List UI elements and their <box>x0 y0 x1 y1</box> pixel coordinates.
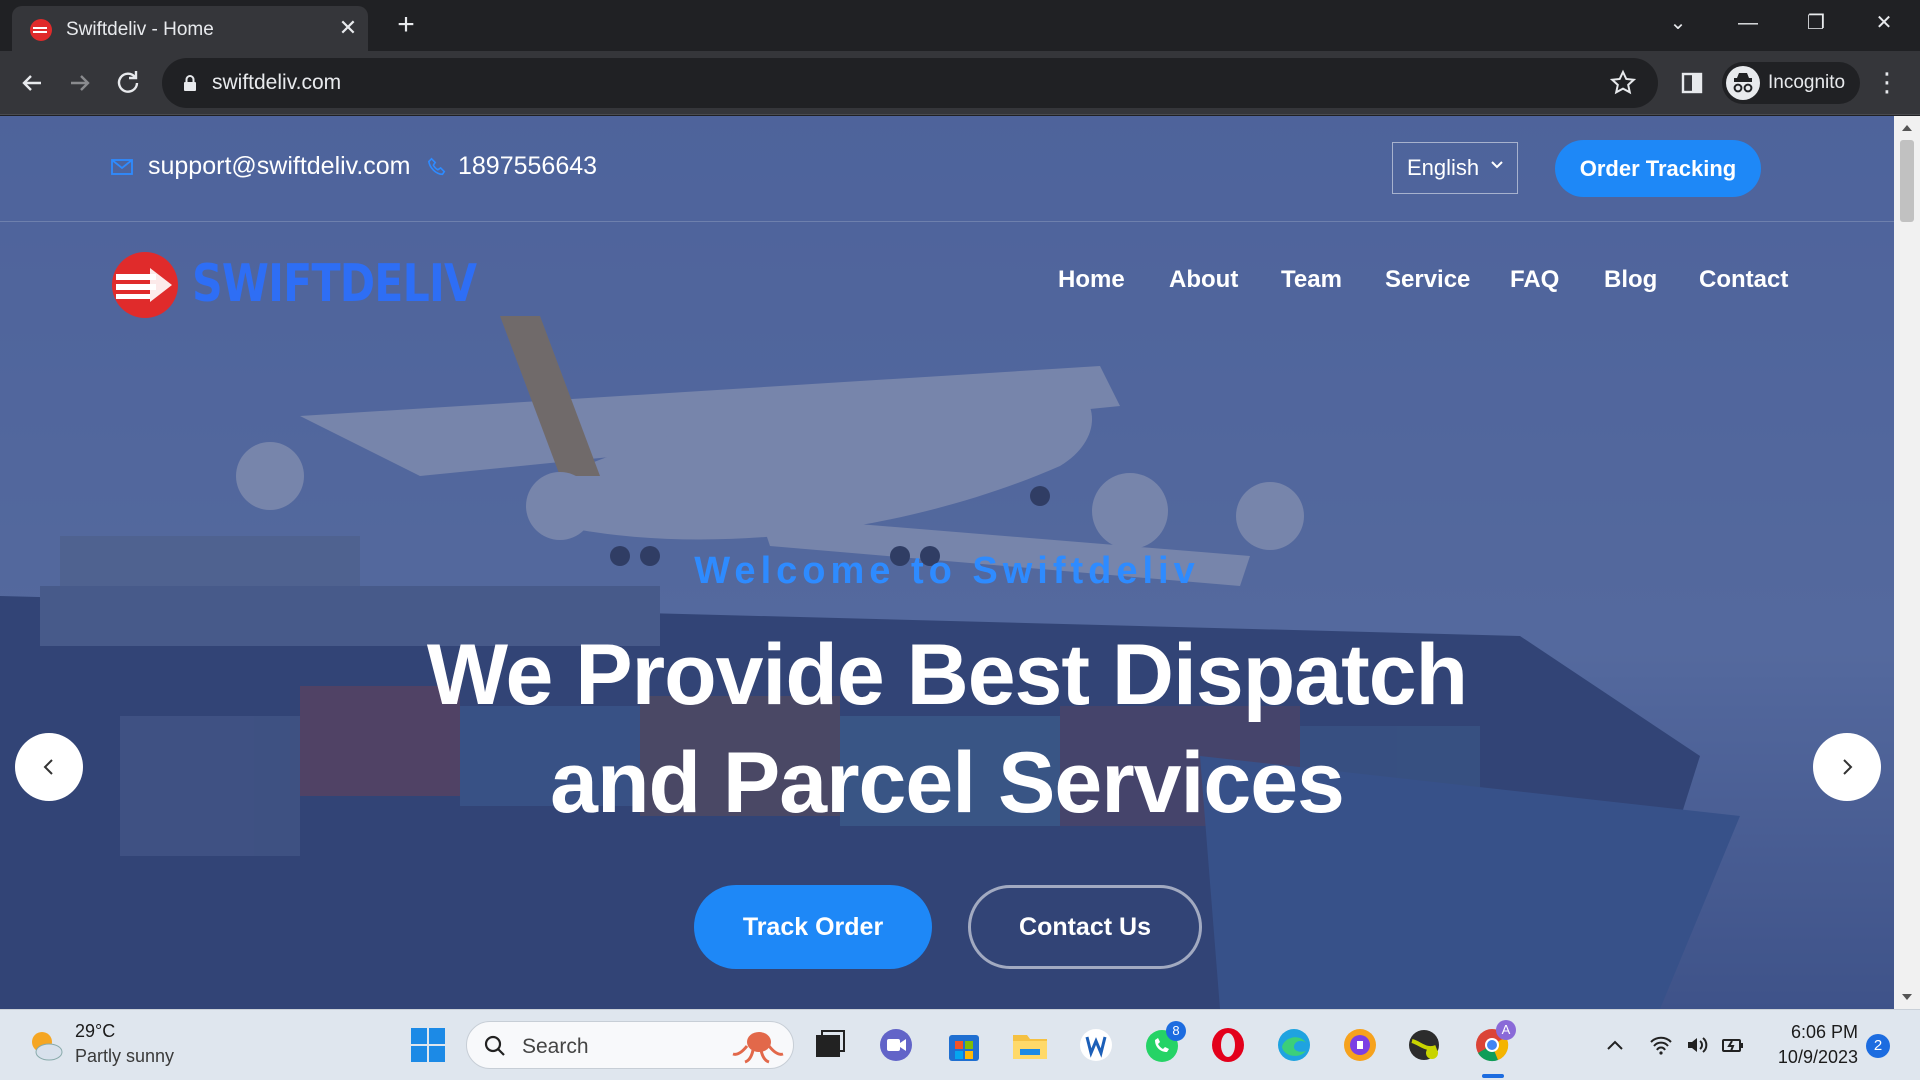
scrollbar-thumb[interactable] <box>1900 140 1914 222</box>
file-explorer-icon[interactable] <box>1010 1025 1050 1065</box>
site-favicon-icon <box>30 19 52 41</box>
support-email-link[interactable]: support@swiftdeliv.com <box>148 152 411 181</box>
windows-start-icon[interactable] <box>408 1025 448 1065</box>
whatsapp-unread-badge: 8 <box>1166 1021 1186 1041</box>
url-text: swiftdeliv.com <box>212 71 342 94</box>
nav-about[interactable]: About <box>1169 266 1238 294</box>
restore-icon[interactable]: ❐ <box>1794 8 1838 38</box>
notification-badge[interactable]: 2 <box>1866 1034 1890 1058</box>
scroll-up-icon[interactable] <box>1901 122 1913 134</box>
reload-icon[interactable] <box>110 65 146 101</box>
word-app-icon[interactable] <box>1076 1025 1116 1065</box>
tab-search-icon[interactable]: ⌄ <box>1656 8 1700 38</box>
close-window-icon[interactable]: ✕ <box>1862 8 1906 38</box>
envelope-icon <box>111 159 133 175</box>
volume-icon[interactable] <box>1684 1032 1710 1058</box>
browser-toolbar: swiftdeliv.com Incognito ⋮ <box>0 51 1920 115</box>
carousel-next-button[interactable] <box>1813 733 1881 801</box>
site-logo[interactable]: SWIFTDELIV <box>110 244 477 324</box>
back-icon[interactable] <box>14 65 50 101</box>
taskbar-search[interactable]: Search <box>466 1021 794 1069</box>
chevron-up-icon[interactable] <box>1602 1032 1628 1058</box>
order-tracking-button[interactable]: Order Tracking <box>1555 140 1761 197</box>
weather-description: Partly sunny <box>75 1046 175 1066</box>
tab-strip: Swiftdeliv - Home ✕ + ⌄ — ❐ ✕ <box>0 0 1920 51</box>
nav-service[interactable]: Service <box>1385 266 1470 294</box>
wifi-icon[interactable] <box>1648 1032 1674 1058</box>
globe-app-icon[interactable] <box>1404 1025 1444 1065</box>
scroll-down-icon[interactable] <box>1901 991 1913 1003</box>
battery-icon[interactable] <box>1720 1032 1746 1058</box>
web-page: support@swiftdeliv.com 1897556643 Englis… <box>0 116 1894 1009</box>
nav-contact[interactable]: Contact <box>1699 266 1788 294</box>
top-contact-bar: support@swiftdeliv.com 1897556643 Englis… <box>0 116 1894 222</box>
task-view-icon[interactable] <box>810 1025 850 1065</box>
browser-menu-icon[interactable]: ⋮ <box>1870 65 1904 101</box>
nav-team[interactable]: Team <box>1281 266 1342 294</box>
weather-temperature: 29°C <box>75 1021 116 1041</box>
clock-date[interactable]: 10/9/2023 <box>1760 1047 1858 1068</box>
tab-title: Swiftdeliv - Home <box>66 19 214 40</box>
side-panel-icon[interactable] <box>1674 65 1710 101</box>
incognito-icon <box>1726 66 1760 100</box>
hero-welcome-text: Welcome to Swiftdeliv <box>694 550 1200 592</box>
forward-icon[interactable] <box>62 65 98 101</box>
search-icon <box>484 1035 505 1056</box>
opera-browser-icon[interactable] <box>1208 1025 1248 1065</box>
chevron-down-icon <box>1491 161 1503 169</box>
vpn-app-icon[interactable] <box>1340 1025 1380 1065</box>
browser-tab[interactable]: Swiftdeliv - Home ✕ <box>12 6 368 51</box>
track-order-button[interactable]: Track Order <box>694 885 932 969</box>
minimize-icon[interactable]: — <box>1726 8 1770 38</box>
address-bar[interactable]: swiftdeliv.com <box>162 58 1658 108</box>
search-highlight-octopus-icon <box>732 1032 784 1064</box>
language-value: English <box>1407 155 1480 180</box>
edge-browser-icon[interactable] <box>1274 1025 1314 1065</box>
nav-blog[interactable]: Blog <box>1604 266 1657 294</box>
incognito-label: Incognito <box>1768 72 1846 93</box>
incognito-profile-button[interactable]: Incognito <box>1722 62 1860 104</box>
microsoft-store-icon[interactable] <box>944 1025 984 1065</box>
carousel-prev-button[interactable] <box>15 733 83 801</box>
support-phone-link[interactable]: 1897556643 <box>458 152 597 181</box>
logo-text: SWIFTDELIV <box>192 254 477 314</box>
search-label: Search <box>522 1035 589 1058</box>
nav-faq[interactable]: FAQ <box>1510 266 1559 294</box>
logo-mark-icon <box>112 252 178 318</box>
teams-chat-icon[interactable] <box>876 1025 916 1065</box>
nav-home[interactable]: Home <box>1058 266 1125 294</box>
phone-icon <box>427 157 446 176</box>
language-select[interactable]: English <box>1392 142 1518 194</box>
tab-close-icon[interactable]: ✕ <box>335 15 361 41</box>
page-scrollbar[interactable] <box>1894 116 1920 1009</box>
chevron-right-icon <box>1843 759 1853 775</box>
contact-us-button[interactable]: Contact Us <box>968 885 1202 969</box>
chevron-left-icon <box>43 759 53 775</box>
chrome-profile-badge: A <box>1496 1020 1516 1040</box>
new-tab-icon[interactable]: + <box>390 10 422 42</box>
chrome-active-indicator <box>1482 1074 1504 1078</box>
partly-sunny-icon[interactable] <box>26 1026 64 1064</box>
taskbar: 29°C Partly sunny Search 8 A 6:06 PM 10/… <box>0 1009 1920 1080</box>
hero-headline-line-1: We Provide Best Dispatch <box>426 627 1468 723</box>
lock-icon <box>184 75 196 91</box>
bookmark-star-icon[interactable] <box>1608 68 1638 98</box>
hero-headline-line-2: and Parcel Services <box>550 735 1345 831</box>
clock-time[interactable]: 6:06 PM <box>1772 1022 1858 1043</box>
